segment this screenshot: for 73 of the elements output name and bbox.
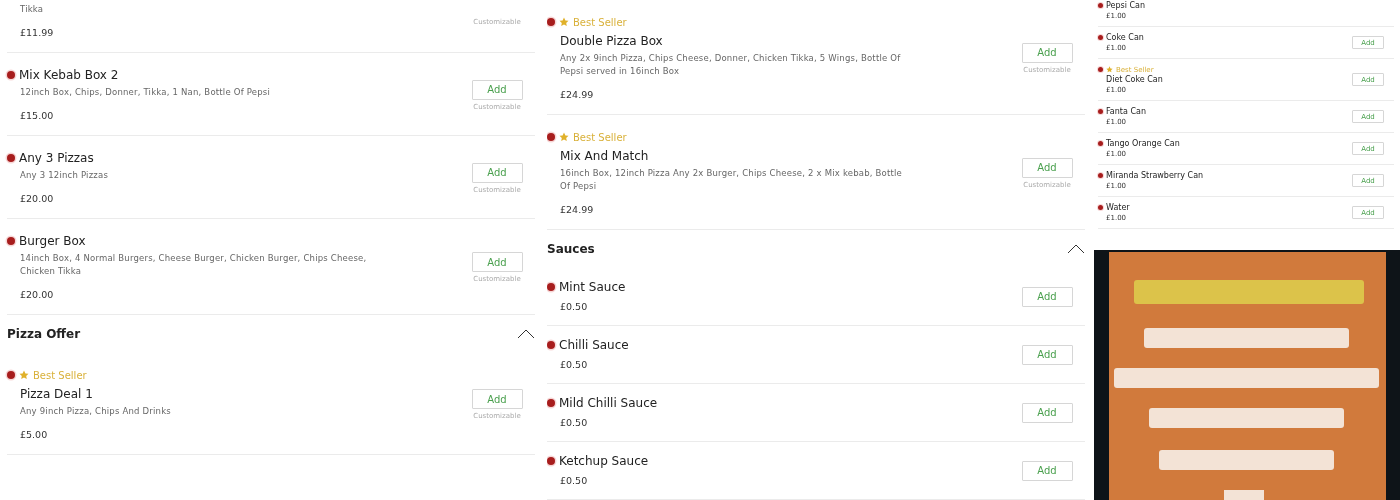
item-description: 14inch Box, 4 Normal Burgers, Cheese Burger, Chicken Burger, Chips Cheese, Chicken Tikka <box>20 252 368 278</box>
item-name: Chilli Sauce <box>559 338 629 352</box>
item-name: Tango Orange Can <box>1106 138 1180 149</box>
chevron-up-icon[interactable] <box>1067 244 1085 254</box>
item-price: £0.50 <box>560 475 588 486</box>
item-price: £24.99 <box>560 89 594 100</box>
star-icon <box>559 17 569 27</box>
star-icon <box>559 132 569 142</box>
non-veg-icon <box>547 457 555 465</box>
non-veg-icon <box>1098 3 1103 8</box>
item-name: Pizza Deal 1 <box>20 387 93 401</box>
item-description: Any 9inch Pizza, Chips And Drinks <box>20 405 172 418</box>
item-price: £11.99 <box>20 27 54 38</box>
non-veg-icon <box>547 341 555 349</box>
non-veg-icon <box>1098 173 1103 178</box>
best-seller-label: Best Seller <box>573 131 627 143</box>
non-veg-icon <box>547 18 555 26</box>
non-veg-icon <box>1098 35 1103 40</box>
item-description: Any 3 12inch Pizzas <box>20 169 110 182</box>
non-veg-icon <box>7 154 15 162</box>
item-description: 12inch Box, Chips, Donner, Tikka, 1 Nan, Bottle Of Pepsi <box>20 86 271 99</box>
item-price: £15.00 <box>20 110 54 121</box>
item-name: Fanta Can <box>1106 106 1146 117</box>
item-name: Mild Chilli Sauce <box>559 396 658 410</box>
add-button[interactable]: Add <box>471 162 523 183</box>
add-button[interactable]: Add <box>1021 157 1073 178</box>
section-title: Sauces <box>547 242 595 256</box>
non-veg-icon <box>547 399 555 407</box>
non-veg-icon <box>1098 67 1103 72</box>
non-veg-icon <box>547 133 555 141</box>
add-button[interactable]: Add <box>471 79 523 100</box>
item-name: Double Pizza Box <box>560 34 663 48</box>
best-seller-label: Best Seller <box>33 369 87 381</box>
item-name: Mix Kebab Box 2 <box>19 68 119 82</box>
item-name: Diet Coke Can <box>1106 75 1163 85</box>
add-button[interactable]: Add <box>1021 402 1073 423</box>
item-name: Any 3 Pizzas <box>19 151 94 165</box>
item-name: Water <box>1106 202 1130 213</box>
item-price: £20.00 <box>20 289 54 300</box>
section-title: Pizza Offer <box>7 327 81 341</box>
item-description: Any 2x 9inch Pizza, Chips Cheese, Donner, Chicken Tikka, 5 Wings, Bottle Of Pepsi served in 16inch Box <box>560 52 902 78</box>
star-icon <box>19 370 29 380</box>
non-veg-icon <box>7 237 15 245</box>
add-button[interactable]: Add <box>471 252 523 272</box>
chevron-up-icon[interactable] <box>517 329 535 339</box>
item-name: Pepsi Can <box>1106 0 1146 11</box>
item-name: Burger Box <box>19 234 86 248</box>
non-veg-icon <box>1098 141 1103 146</box>
item-price: £0.50 <box>560 359 588 370</box>
add-button[interactable]: Add <box>1021 344 1073 365</box>
item-price: £24.99 <box>560 204 594 215</box>
item-price: £20.00 <box>20 193 54 204</box>
item-description: 16inch Box, 12inch Pizza Any 2x Burger, Chips Cheese, 2 x Mix kebab, Bottle Of Pepsi <box>560 167 904 193</box>
item-name: Mint Sauce <box>559 280 626 294</box>
non-veg-icon <box>1098 109 1103 114</box>
non-veg-icon <box>547 283 555 291</box>
item-name: Coke Can <box>1106 32 1144 43</box>
non-veg-icon <box>7 71 15 79</box>
add-button[interactable]: Add <box>1021 286 1073 307</box>
item-description: Tikka <box>20 3 45 16</box>
item-price: £0.50 <box>560 417 588 428</box>
non-veg-icon <box>1098 205 1103 210</box>
item-name: Mix And Match <box>560 149 649 163</box>
item-name: Miranda Strawberry Can <box>1106 170 1204 181</box>
item-price: £5.00 <box>20 429 48 440</box>
add-button[interactable]: Add <box>471 389 523 409</box>
item-name: Ketchup Sauce <box>559 454 649 468</box>
add-button[interactable]: Add <box>1021 460 1073 481</box>
non-veg-icon <box>7 371 15 379</box>
star-icon <box>1106 66 1113 73</box>
best-seller-label: Best Seller <box>573 16 627 28</box>
add-button[interactable]: Add <box>1021 42 1073 63</box>
item-price: £0.50 <box>560 301 588 312</box>
